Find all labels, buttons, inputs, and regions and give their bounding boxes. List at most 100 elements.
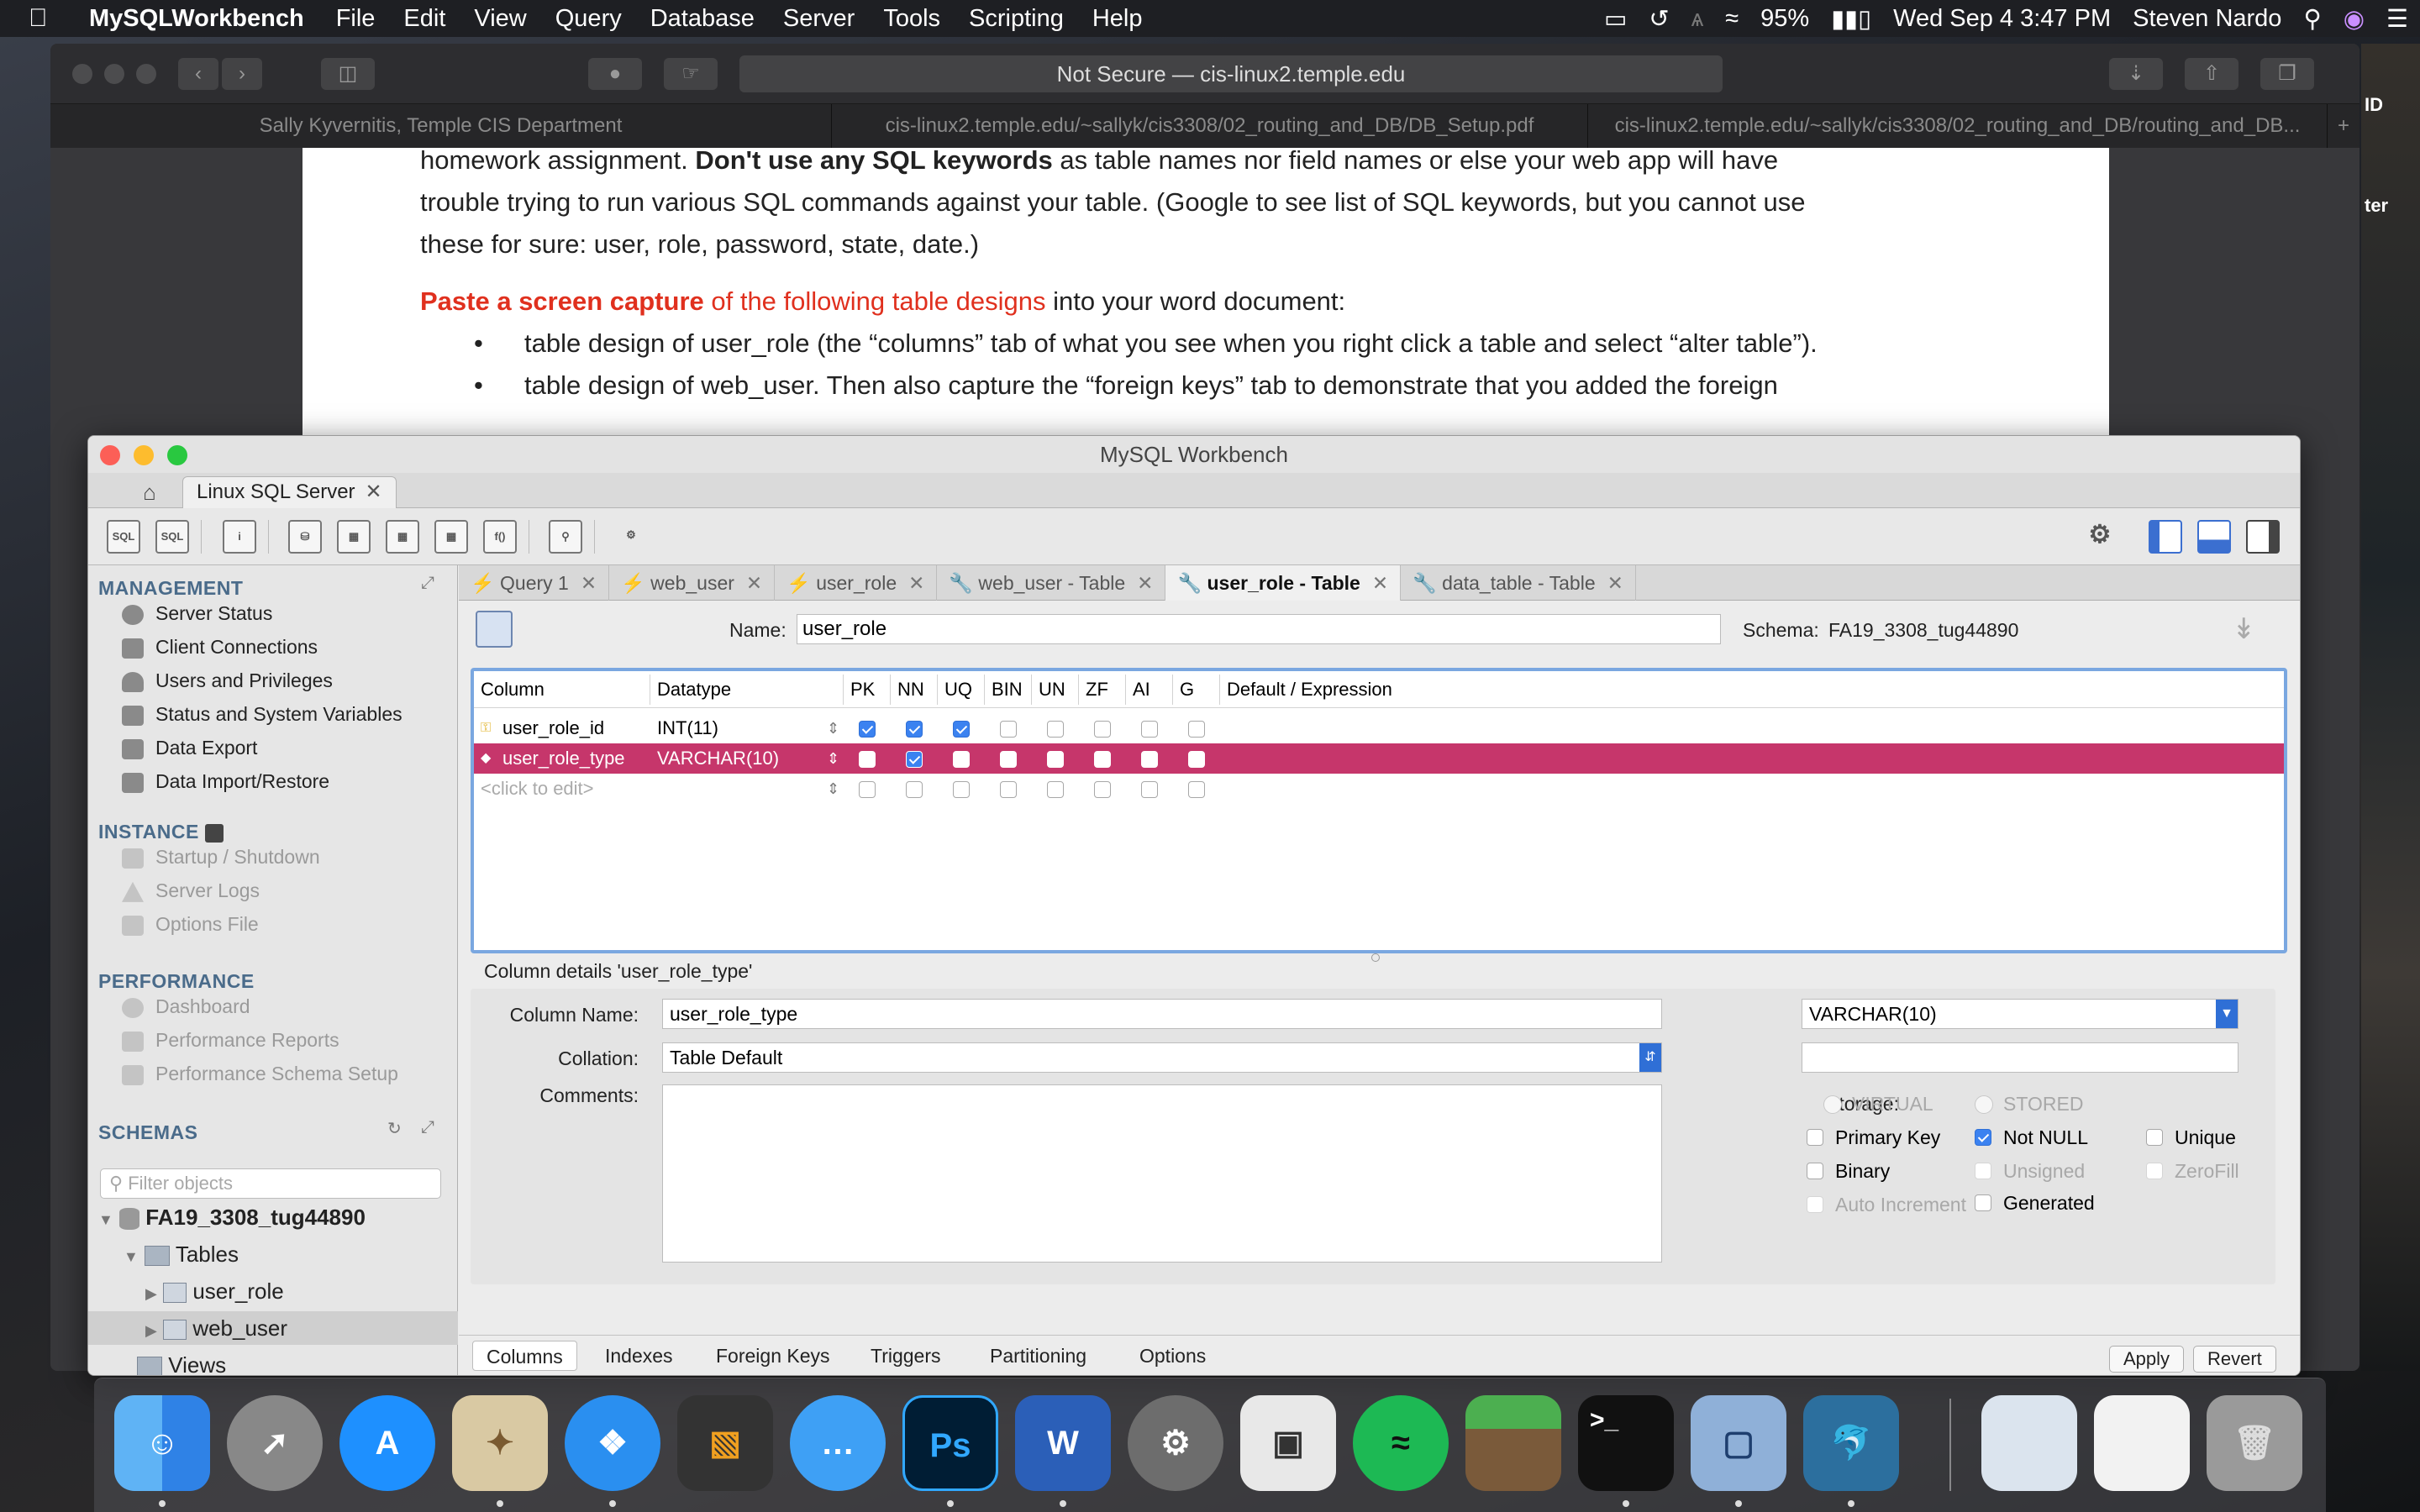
flag-checkbox[interactable]: [1047, 781, 1064, 798]
create-table-icon[interactable]: ▦: [337, 520, 371, 554]
apply-button[interactable]: Apply: [2109, 1346, 2185, 1373]
mysql-workbench-icon[interactable]: 🐬: [1803, 1395, 1899, 1491]
user-name[interactable]: Steven Nardo: [2133, 5, 2281, 33]
header-column[interactable]: Column: [474, 675, 650, 705]
header-pk[interactable]: PK: [844, 675, 891, 705]
trash-icon[interactable]: 🗑: [2207, 1395, 2302, 1491]
datatype-stepper-icon[interactable]: ⇕: [827, 743, 839, 774]
home-icon[interactable]: ⌂: [122, 476, 177, 508]
zoom-dot[interactable]: [136, 64, 156, 84]
close-icon[interactable]: ✕: [1137, 572, 1153, 594]
spotlight-icon[interactable]: ⚲: [2303, 4, 2321, 34]
header-g[interactable]: G: [1173, 675, 1220, 705]
preview-icon[interactable]: ✦: [452, 1395, 548, 1491]
close-icon[interactable]: ✕: [1372, 572, 1388, 594]
flag-checkbox[interactable]: [1188, 751, 1205, 768]
flag-checkbox[interactable]: [906, 751, 923, 768]
disclosure-down-icon[interactable]: ▼: [98, 1211, 113, 1228]
inspector-icon[interactable]: i: [223, 520, 256, 554]
apple-menu-icon[interactable]: : [29, 4, 77, 33]
header-uq[interactable]: UQ: [938, 675, 985, 705]
menu-server[interactable]: Server: [783, 5, 855, 33]
toggle-output-icon[interactable]: [2197, 520, 2231, 554]
minecraft-icon[interactable]: [1465, 1395, 1561, 1491]
notification-center-icon[interactable]: ☰: [2386, 4, 2408, 34]
share-button[interactable]: ⇧: [2185, 58, 2238, 90]
disclosure-down-icon[interactable]: ▼: [124, 1248, 139, 1265]
app-menu[interactable]: MySQLWorkbench: [89, 5, 304, 33]
sidebar-item-dashboard[interactable]: Dashboard: [122, 992, 250, 1021]
header-bin[interactable]: BIN: [985, 675, 1032, 705]
header-nn[interactable]: NN: [891, 675, 938, 705]
close-icon[interactable]: ✕: [581, 572, 597, 594]
flag-checkbox[interactable]: [1047, 721, 1064, 738]
header-datatype[interactable]: Datatype: [650, 675, 844, 705]
sidebar-item-data-import[interactable]: Data Import/Restore: [122, 767, 329, 795]
table-row[interactable]: ◆ user_role_type VARCHAR(10) ⇕: [474, 743, 2284, 774]
flag-checkbox[interactable]: [1188, 781, 1205, 798]
column-name-cell[interactable]: <click to edit>: [481, 774, 623, 804]
flag-checkbox[interactable]: [1188, 721, 1205, 738]
time-machine-icon[interactable]: ↺: [1649, 4, 1669, 34]
minimize-dot[interactable]: [104, 64, 124, 84]
sidebar-item-performance-reports[interactable]: Performance Reports: [122, 1026, 339, 1054]
flag-checkbox[interactable]: [1000, 721, 1017, 738]
collation-select[interactable]: Table Default ⇵: [662, 1042, 1662, 1073]
header-default[interactable]: Default / Expression: [1220, 675, 1724, 705]
datatype-cell[interactable]: INT(11): [657, 713, 825, 743]
finder-icon[interactable]: ☺: [114, 1395, 210, 1491]
tab-options[interactable]: Options: [1126, 1341, 1219, 1371]
datatype-select[interactable]: VARCHAR(10) ▼: [1802, 999, 2238, 1029]
flag-checkbox[interactable]: [1094, 751, 1111, 768]
close-icon[interactable]: ✕: [366, 480, 382, 503]
open-sql-script-icon[interactable]: SQL: [155, 520, 189, 554]
header-un[interactable]: UN: [1032, 675, 1079, 705]
auto-increment-checkbox[interactable]: Auto Increment: [1807, 1194, 1966, 1216]
collapse-chevron-icon[interactable]: ↡: [2232, 612, 2256, 646]
word-icon[interactable]: W: [1015, 1395, 1111, 1491]
downloads-button[interactable]: ⇣: [2109, 58, 2163, 90]
column-name-cell[interactable]: user_role_type: [502, 743, 645, 774]
flag-checkbox[interactable]: [1000, 751, 1017, 768]
unsigned-checkbox[interactable]: Unsigned: [1975, 1160, 2085, 1183]
menu-help[interactable]: Help: [1092, 5, 1143, 33]
table-row[interactable]: <click to edit> ⇕: [474, 774, 2284, 804]
expand-icon[interactable]: ⤢: [421, 1118, 434, 1137]
sidebar-item-options-file[interactable]: Options File: [122, 910, 259, 938]
bluetooth-icon[interactable]: ѧ: [1691, 5, 1704, 33]
datatype-stepper-icon[interactable]: ⇕: [827, 774, 839, 804]
siri-icon[interactable]: ◉: [2344, 4, 2365, 34]
tab-foreign-keys[interactable]: Foreign Keys: [702, 1341, 844, 1371]
toggle-secondary-sidebar-icon[interactable]: [2246, 520, 2280, 554]
sidebar-item-users-privileges[interactable]: Users and Privileges: [122, 666, 333, 695]
sidebar-item-data-export[interactable]: Data Export: [122, 733, 257, 762]
menu-database[interactable]: Database: [650, 5, 755, 33]
zoom-button[interactable]: [167, 445, 187, 465]
app-store-icon[interactable]: A: [339, 1395, 435, 1491]
sidebar-item-server-status[interactable]: Server Status: [122, 599, 272, 627]
new-sql-tab-icon[interactable]: SQL: [107, 520, 140, 554]
create-function-icon[interactable]: f(): [483, 520, 517, 554]
virtualbox-icon[interactable]: ▢: [1691, 1395, 1786, 1491]
column-name-input[interactable]: user_role_type: [662, 999, 1662, 1029]
flag-checkbox[interactable]: [859, 781, 876, 798]
screenshot-icon[interactable]: ▣: [1240, 1395, 1336, 1491]
filter-objects-input[interactable]: ⚲ Filter objects: [100, 1168, 441, 1199]
tab-query-1[interactable]: ⚡ Query 1 ✕: [459, 565, 610, 601]
default-input[interactable]: [1802, 1042, 2238, 1073]
datatype-cell[interactable]: VARCHAR(10): [657, 743, 825, 774]
datatype-cell[interactable]: [657, 774, 825, 804]
flag-checkbox[interactable]: [1141, 751, 1158, 768]
binary-checkbox[interactable]: Binary: [1807, 1160, 1890, 1183]
flag-checkbox[interactable]: [1141, 721, 1158, 738]
downloads-stack-icon[interactable]: [1981, 1395, 2077, 1491]
close-dot[interactable]: [72, 64, 92, 84]
column-name-cell[interactable]: user_role_id: [502, 713, 645, 743]
settings-gear-icon[interactable]: ⚙: [2083, 520, 2117, 554]
airplay-icon[interactable]: ▭: [1604, 4, 1627, 34]
tab-partitioning[interactable]: Partitioning: [976, 1341, 1100, 1371]
messages-icon[interactable]: …: [790, 1395, 886, 1491]
flag-checkbox[interactable]: [1094, 721, 1111, 738]
menu-tools[interactable]: Tools: [883, 5, 940, 33]
sidebar-item-client-connections[interactable]: Client Connections: [122, 633, 318, 661]
